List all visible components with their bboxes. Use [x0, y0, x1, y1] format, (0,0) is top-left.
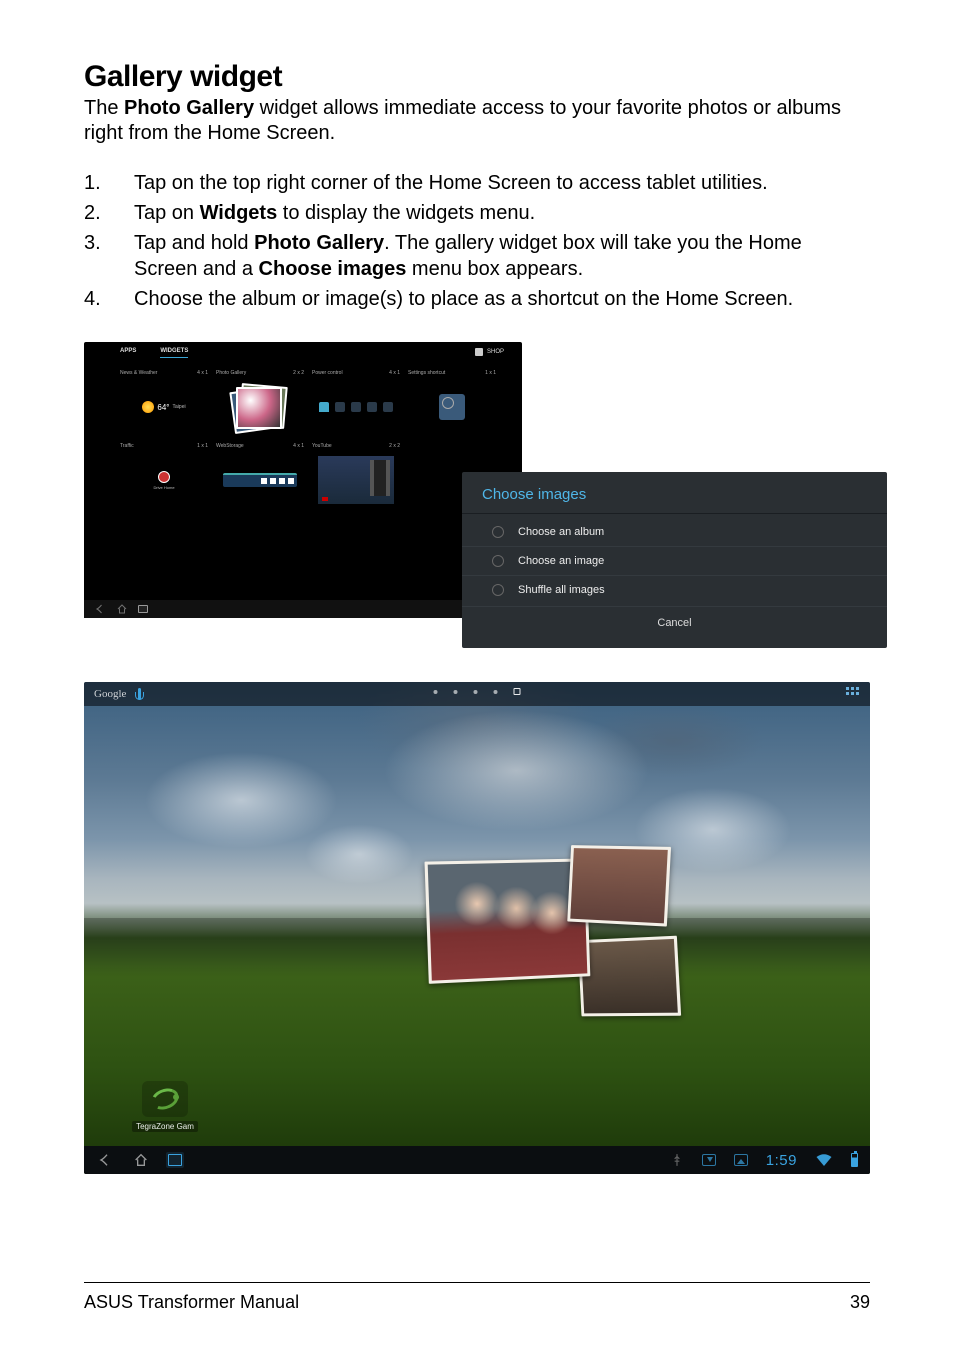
widget-traffic[interactable]: Traffic1 x 1 Drive Home: [120, 443, 208, 508]
youtube-preview-icon: [318, 456, 394, 504]
radio-icon: [492, 526, 504, 538]
page-indicator[interactable]: [434, 688, 521, 695]
widget-webstorage[interactable]: WebStorage4 x 1: [216, 443, 304, 508]
widgets-screen-figure: APPS WIDGETS SHOP News & Weather4 x 1 64…: [84, 342, 870, 652]
dialog-option-image[interactable]: Choose an image: [462, 546, 887, 575]
all-apps-button[interactable]: [846, 687, 860, 701]
traffic-pin-icon: [158, 471, 170, 483]
webstorage-bar-icon: [223, 473, 297, 487]
photo-stack-icon: [232, 383, 288, 431]
tegrazone-app-shortcut[interactable]: TegraZone Gam: [124, 1081, 206, 1132]
dialog-title: Choose images: [462, 472, 887, 514]
step-item: 4. Choose the album or image(s) to place…: [84, 286, 870, 312]
app-label: TegraZone Gam: [132, 1121, 198, 1132]
dialog-cancel-button[interactable]: Cancel: [462, 606, 887, 639]
footer-rule: [84, 1282, 870, 1283]
steps-list: 1. Tap on the top right corner of the Ho…: [84, 170, 870, 312]
sync-toggle-icon: [367, 402, 377, 412]
footer-manual-title: ASUS Transformer Manual: [84, 1292, 299, 1313]
dialog-option-shuffle[interactable]: Shuffle all images: [462, 575, 887, 604]
system-nav-bar: [84, 600, 522, 618]
nav-back-icon[interactable]: [94, 603, 106, 615]
step-item: 3. Tap and hold Photo Gallery. The galle…: [84, 230, 870, 282]
tegrazone-icon: [148, 1085, 181, 1113]
step-item: 1. Tap on the top right corner of the Ho…: [84, 170, 870, 196]
tab-apps[interactable]: APPS: [120, 348, 136, 358]
footer-page-number: 39: [850, 1292, 870, 1313]
choose-images-dialog: Choose images Choose an album Choose an …: [462, 472, 887, 648]
widget-photo-gallery[interactable]: Photo Gallery2 x 2: [216, 370, 304, 435]
gallery-photo-icon: [578, 936, 681, 1017]
intro-paragraph: The Photo Gallery widget allows immediat…: [84, 96, 870, 146]
shop-bag-icon: [475, 348, 483, 356]
widget-news-weather[interactable]: News & Weather4 x 1 64° Taipei: [120, 370, 208, 435]
shop-button[interactable]: SHOP: [475, 348, 504, 356]
status-clock[interactable]: 1:59: [766, 1152, 797, 1169]
section-heading: Gallery widget: [84, 60, 870, 94]
wifi-toggle-icon: [319, 402, 329, 412]
download-status-icon[interactable]: [702, 1154, 716, 1166]
widget-power-control[interactable]: Power control4 x 1: [312, 370, 400, 435]
widget-settings-shortcut[interactable]: Settings shortcut1 x 1: [408, 370, 496, 435]
widgets-screen: APPS WIDGETS SHOP News & Weather4 x 1 64…: [84, 342, 522, 618]
usb-status-icon[interactable]: [670, 1153, 684, 1167]
gps-toggle-icon: [351, 402, 361, 412]
settings-icon: [439, 394, 465, 420]
wifi-status-icon[interactable]: [815, 1153, 833, 1167]
gallery-photo-icon: [424, 858, 590, 983]
tab-row: APPS WIDGETS: [120, 348, 188, 358]
brightness-toggle-icon: [383, 402, 393, 412]
screenshot-status-icon[interactable]: [734, 1154, 748, 1166]
sun-icon: [142, 401, 154, 413]
gallery-photo-icon: [567, 845, 671, 926]
radio-icon: [492, 584, 504, 596]
nav-back-icon[interactable]: [96, 1152, 114, 1168]
tab-widgets[interactable]: WIDGETS: [160, 348, 188, 358]
nav-home-icon[interactable]: [116, 603, 128, 615]
google-search-button[interactable]: Google: [94, 688, 126, 700]
nav-recent-icon[interactable]: [138, 605, 148, 613]
step-item: 2. Tap on Widgets to display the widgets…: [84, 200, 870, 226]
battery-status-icon[interactable]: [851, 1153, 858, 1167]
voice-search-icon[interactable]: [138, 688, 141, 700]
home-screen-figure: Google TegraZone Gam 1:59: [84, 682, 870, 1174]
dialog-option-album[interactable]: Choose an album: [462, 518, 887, 546]
photo-gallery-widget[interactable]: [428, 846, 658, 1006]
home-top-bar: Google: [84, 682, 870, 706]
radio-icon: [492, 555, 504, 567]
widget-youtube[interactable]: YouTube2 x 2: [312, 443, 400, 508]
page-footer: ASUS Transformer Manual 39: [84, 1292, 870, 1313]
nav-home-icon[interactable]: [132, 1152, 150, 1168]
system-nav-bar: 1:59: [84, 1146, 870, 1174]
bluetooth-toggle-icon: [335, 402, 345, 412]
nav-recent-icon[interactable]: [168, 1154, 182, 1166]
